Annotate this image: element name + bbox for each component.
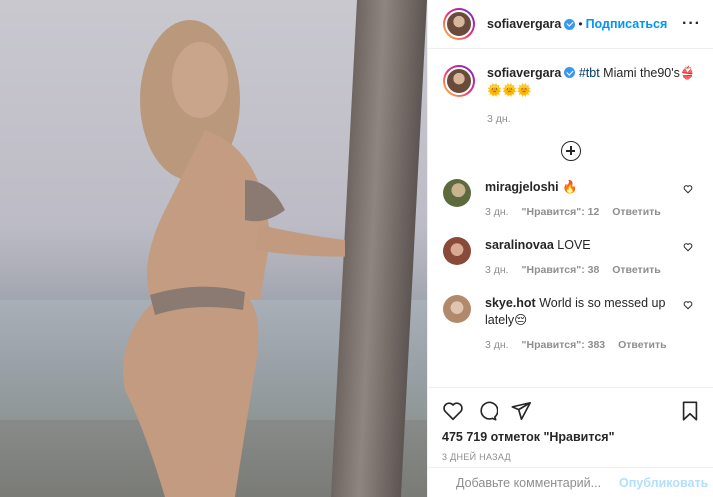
more-options-icon[interactable]: ··· [682,15,701,33]
comment-text: LOVE [553,238,591,252]
heart-icon[interactable] [683,300,693,310]
post-actions: 475 719 отметок "Нравится" 3 ДНЕЙ НАЗАД [428,387,713,467]
comment-input[interactable] [454,474,619,491]
verified-badge-icon [564,18,576,30]
caption-author-avatar[interactable] [443,65,475,97]
post-caption: sofiavergara #tbt Miami the90's👙 🌞🌞🌞 [443,65,699,99]
caption-time[interactable]: 3 дн. [487,113,699,125]
commenter-avatar[interactable] [443,237,471,265]
commenter-avatar[interactable] [443,295,471,323]
photo-figure [123,20,345,497]
comment-text: 🔥 [558,180,578,194]
comment-meta: 3 дн. "Нравится": 383 Ответить [485,337,685,354]
comment-likes[interactable]: "Нравится": 38 [522,264,600,276]
comment-username[interactable]: miragjeloshi [485,180,559,194]
load-more-icon[interactable] [561,141,581,161]
comment-likes[interactable]: "Нравится": 383 [522,339,606,351]
comment-meta: 3 дн. "Нравится": 12 Ответить [485,204,685,221]
post-side-panel: sofiavergara • Подписаться ··· sofiaverg… [427,0,713,497]
caption-text: Miami the90's👙 [599,66,696,80]
comment-username[interactable]: skye.hot [485,296,536,310]
palm-trunk [330,0,427,497]
reply-button[interactable]: Ответить [618,339,667,351]
comment-time[interactable]: 3 дн. [485,206,509,218]
post-header: sofiavergara • Подписаться ··· [428,0,713,49]
comment-item: skye.hot World is so messed up lately😔 3… [443,295,699,354]
commenter-avatar[interactable] [443,179,471,207]
publish-button[interactable]: Опубликовать [619,476,708,490]
comment-body: miragjeloshi 🔥 3 дн. "Нравится": 12 Отве… [485,179,685,221]
comment-body: saralinovaa LOVE 3 дн. "Нравится": 38 От… [485,237,685,279]
author-info: sofiavergara • Подписаться [487,17,667,31]
post-date[interactable]: 3 ДНЕЙ НАЗАД [442,452,701,462]
comment-icon[interactable] [476,400,498,422]
reply-button[interactable]: Ответить [612,264,661,276]
heart-icon[interactable] [683,184,693,194]
heart-icon[interactable] [683,242,693,252]
comments-section: sofiavergara #tbt Miami the90's👙 🌞🌞🌞 3 д… [428,49,713,387]
comment-body: skye.hot World is so messed up lately😔 3… [485,295,685,354]
instagram-post: sofiavergara • Подписаться ··· sofiaverg… [0,0,713,497]
post-photo[interactable] [0,0,427,497]
reply-button[interactable]: Ответить [612,206,661,218]
author-avatar[interactable] [443,8,475,40]
heart-icon[interactable] [442,400,464,422]
follow-button[interactable]: Подписаться [586,17,668,31]
action-icons [442,396,701,426]
separator-dot: • [578,17,583,31]
comment-item: miragjeloshi 🔥 3 дн. "Нравится": 12 Отве… [443,179,699,221]
likes-count[interactable]: 475 719 отметок "Нравится" [442,430,701,444]
caption-text-block: sofiavergara #tbt Miami the90's👙 🌞🌞🌞 [487,65,695,99]
comment-likes[interactable]: "Нравится": 12 [522,206,600,218]
caption-hashtag[interactable]: #tbt [579,66,600,80]
add-comment-bar: Опубликовать [428,467,713,497]
caption-username[interactable]: sofiavergara [487,66,561,80]
save-icon[interactable] [679,400,701,422]
comment-item: saralinovaa LOVE 3 дн. "Нравится": 38 От… [443,237,699,279]
comment-meta: 3 дн. "Нравится": 38 Ответить [485,262,685,279]
comment-time[interactable]: 3 дн. [485,339,509,351]
comment-username[interactable]: saralinovaa [485,238,554,252]
comment-time[interactable]: 3 дн. [485,264,509,276]
author-username[interactable]: sofiavergara [487,17,561,31]
verified-badge-icon [564,67,576,78]
share-icon[interactable] [510,400,532,422]
caption-emojis: 🌞🌞🌞 [487,83,532,97]
